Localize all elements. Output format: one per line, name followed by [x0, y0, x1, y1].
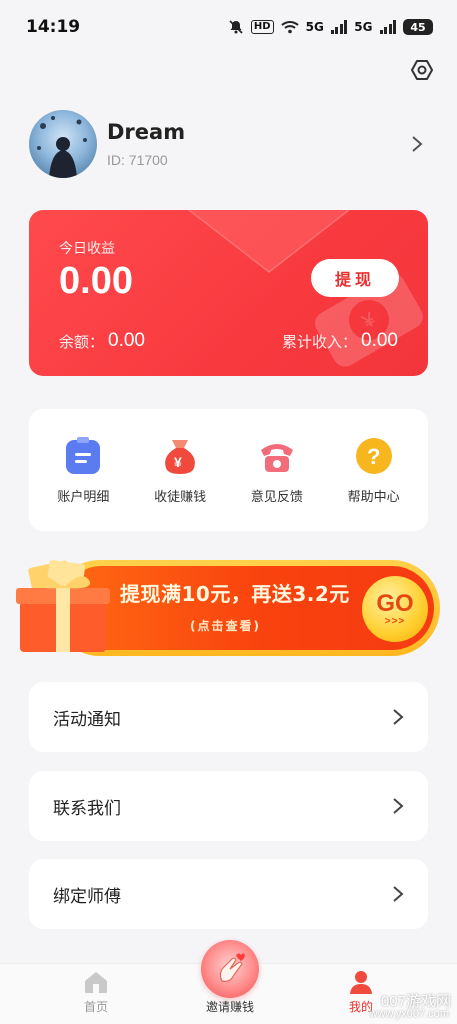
- chevron-right-icon: [393, 886, 404, 902]
- menu-item-activity-notice[interactable]: 活动通知: [29, 682, 428, 752]
- promo-go-button[interactable]: GO >>>: [362, 576, 428, 642]
- question-icon: ?: [354, 436, 394, 476]
- quick-action-account-details[interactable]: 账户明细: [38, 436, 128, 505]
- telephone-icon: [257, 436, 297, 476]
- total-income-value: 0.00: [361, 330, 398, 351]
- home-icon: [85, 972, 107, 993]
- menu-item-label: 绑定师傅: [53, 886, 121, 907]
- nav-home[interactable]: 首页: [36, 970, 156, 1015]
- menu-item-label: 联系我们: [53, 798, 121, 819]
- status-bar: 14:19 HD 5G 5G 45: [0, 0, 457, 54]
- withdraw-button[interactable]: 提现: [311, 259, 399, 297]
- avatar[interactable]: [29, 110, 97, 178]
- quick-action-label: 意见反馈: [250, 489, 303, 505]
- nav-invite-label: 邀请赚钱: [205, 1000, 254, 1014]
- quick-action-label: 帮助中心: [347, 489, 400, 505]
- user-icon: [350, 971, 372, 994]
- svg-text:¥: ¥: [174, 454, 182, 470]
- quick-action-recruit-earn[interactable]: ¥ 收徒赚钱: [135, 436, 225, 505]
- chevron-right-icon: [393, 709, 404, 725]
- hd-icon: HD: [250, 20, 274, 34]
- earnings-amount: 0.00: [59, 260, 133, 302]
- profile-id: ID: 71700: [107, 152, 168, 168]
- promo-title: 提现满10元，再送3.2元: [120, 582, 350, 606]
- mute-bell-icon: [228, 19, 244, 35]
- watermark-url: www.yx007.com: [369, 1008, 449, 1020]
- earnings-card: ¥ 今日收益 0.00 提现 余额： 0.00 累计收入： 0.00: [29, 210, 428, 376]
- quick-actions-card: 账户明细 ¥ 收徒赚钱 意见反馈 ? 帮助中心: [29, 409, 428, 531]
- network-5g-label-2: 5G: [354, 20, 373, 34]
- earnings-title: 今日收益: [59, 241, 115, 257]
- quick-action-label: 收徒赚钱: [154, 489, 207, 505]
- signal-icon-2: [379, 20, 396, 34]
- nav-home-label: 首页: [83, 1000, 108, 1014]
- hexagon-gear-icon: [411, 60, 433, 80]
- chevron-right-icon[interactable]: [405, 132, 429, 156]
- profile-header[interactable]: Dream ID: 71700: [29, 108, 429, 180]
- wifi-icon: [280, 20, 299, 34]
- network-5g-label-1: 5G: [305, 20, 324, 34]
- balance-value: 0.00: [108, 330, 145, 351]
- menu-item-label: 活动通知: [53, 709, 121, 730]
- money-bag-icon: ¥: [160, 436, 200, 476]
- nav-invite-earn[interactable]: 邀请赚钱: [170, 940, 290, 1015]
- profile-info: Dream ID: 71700: [107, 120, 405, 168]
- gift-box-icon: [16, 559, 110, 652]
- battery-icon: 45: [403, 19, 433, 35]
- finger-heart-icon: [201, 940, 259, 998]
- status-icons: HD 5G 5G 45: [228, 19, 433, 35]
- profile-name: Dream: [107, 120, 186, 144]
- menu-item-contact-us[interactable]: 联系我们: [29, 771, 428, 841]
- status-time: 14:19: [26, 17, 81, 37]
- total-income-label: 累计收入：: [282, 332, 358, 351]
- document-icon: [63, 436, 103, 476]
- quick-action-label: 账户明细: [57, 489, 110, 505]
- chevron-right-icon: [393, 798, 404, 814]
- balance-label: 余额：: [59, 332, 105, 351]
- go-arrows: >>>: [384, 615, 406, 627]
- promo-subtitle: (点击查看): [190, 619, 261, 633]
- promo-banner[interactable]: 提现满10元，再送3.2元 (点击查看) GO >>>: [12, 558, 440, 658]
- signal-icon-1: [330, 20, 348, 34]
- total-income-row: 累计收入： 0.00: [282, 330, 398, 352]
- quick-action-help-center[interactable]: ? 帮助中心: [329, 436, 419, 505]
- settings-button[interactable]: [409, 57, 435, 83]
- go-label: GO: [376, 589, 414, 617]
- quick-action-feedback[interactable]: 意见反馈: [232, 436, 322, 505]
- svg-text:?: ?: [367, 444, 380, 469]
- menu-item-bind-master[interactable]: 绑定师傅: [29, 859, 428, 929]
- balance-row: 余额： 0.00: [59, 330, 145, 352]
